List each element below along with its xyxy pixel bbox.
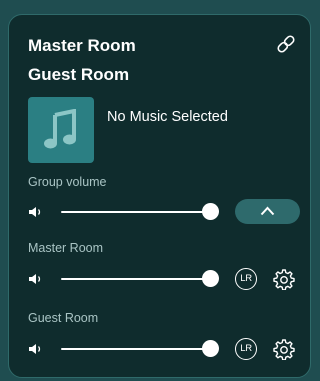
group-volume-slider[interactable]	[61, 203, 219, 221]
speaker-icon	[29, 207, 41, 217]
group-volume-label: Group volume	[28, 175, 107, 189]
group-volume-panel: Master Room Guest Room No Music Selected…	[8, 14, 311, 378]
link-icon	[277, 35, 295, 53]
gear-icon[interactable]	[273, 268, 295, 290]
master-room-volume-slider[interactable]	[61, 270, 219, 288]
channel-lr-button-guest[interactable]: LR	[235, 338, 257, 360]
now-playing-title: No Music Selected	[107, 109, 228, 125]
album-art	[28, 97, 94, 163]
group-room-title-guest: Guest Room	[28, 65, 130, 84]
speaker-icon	[29, 274, 41, 284]
slider-thumb[interactable]	[201, 203, 219, 220]
speaker-name-guest: Guest Room	[28, 311, 99, 325]
slider-track	[61, 278, 213, 280]
gear-icon[interactable]	[273, 338, 295, 360]
channel-lr-button-master[interactable]: LR	[235, 268, 257, 290]
guest-room-volume-slider[interactable]	[61, 340, 219, 358]
slider-track	[61, 211, 213, 213]
expand-button[interactable]	[235, 199, 300, 224]
speaker-name-master: Master Room	[28, 241, 104, 255]
slider-thumb[interactable]	[201, 340, 219, 357]
group-room-title-master: Master Room	[28, 36, 136, 55]
music-note-icon	[44, 109, 76, 149]
link-button[interactable]	[275, 33, 297, 55]
slider-track	[61, 348, 213, 350]
chevron-up-icon	[260, 206, 275, 216]
speaker-icon	[29, 344, 41, 354]
slider-thumb[interactable]	[201, 270, 219, 287]
